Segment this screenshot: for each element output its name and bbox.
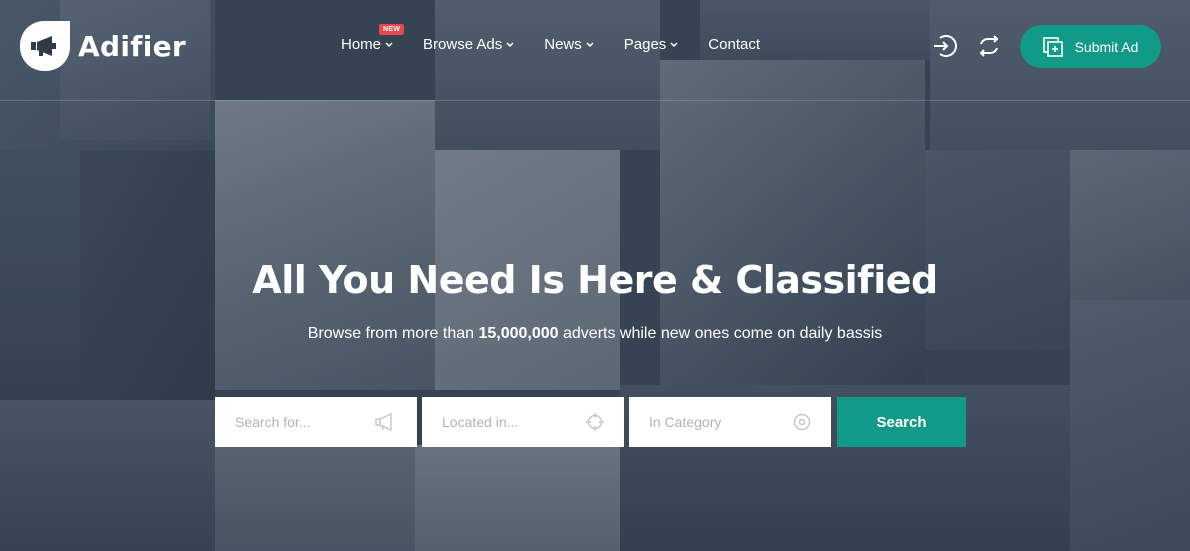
keyword-field [215,397,417,447]
hero-subtitle-pre: Browse from more than [307,325,479,342]
crosshair-icon[interactable] [586,413,604,431]
chevron-down-icon [385,41,393,47]
nav-item-news[interactable]: News [544,36,594,53]
nav-item-label: News [544,36,582,53]
nav-item-browse-ads[interactable]: Browse Ads [423,36,514,53]
advert-count: 15,000,000 [478,325,559,342]
category-field [629,397,831,447]
add-square-icon [1042,36,1063,57]
submit-ad-button[interactable]: Submit Ad [1020,25,1161,68]
nav-item-label: Home [341,36,382,53]
hero-title: All You Need Is Here & Classified [252,258,938,302]
main-nav: Home NEW Browse Ads News Pages Contact [341,24,790,53]
chevron-down-icon [506,41,514,47]
chevron-down-icon [586,41,594,47]
nav-item-label: Pages [623,36,667,53]
brand-name: Adifier [78,29,186,63]
megaphone-icon [375,413,392,431]
nav-item-label: Browse Ads [423,36,503,53]
keyword-input[interactable] [235,414,365,430]
hero-subtitle: Browse from more than 15,000,000 adverts… [0,325,1190,343]
location-input[interactable] [442,414,572,430]
location-field [422,397,624,447]
sign-in-icon[interactable] [932,33,958,59]
site-header: Adifier Home NEW Browse Ads News Pages C… [0,0,1190,101]
submit-ad-label: Submit Ad [1074,38,1139,55]
site-logo[interactable]: Adifier [20,21,186,71]
nav-item-label: Contact [708,36,760,53]
hero-subtitle-post: adverts while new ones come on daily bas… [558,325,883,342]
nav-item-contact[interactable]: Contact [708,36,760,53]
nav-item-home[interactable]: Home NEW [341,24,405,53]
nav-item-pages[interactable]: Pages [624,36,679,53]
megaphone-icon [20,21,70,71]
category-select[interactable] [649,414,779,430]
circle-dot-icon [793,413,811,431]
search-button[interactable]: Search [837,397,966,447]
search-form: Search [215,397,966,447]
chevron-down-icon [670,41,678,47]
refresh-icon[interactable] [976,33,1002,59]
new-badge: NEW [379,24,405,35]
